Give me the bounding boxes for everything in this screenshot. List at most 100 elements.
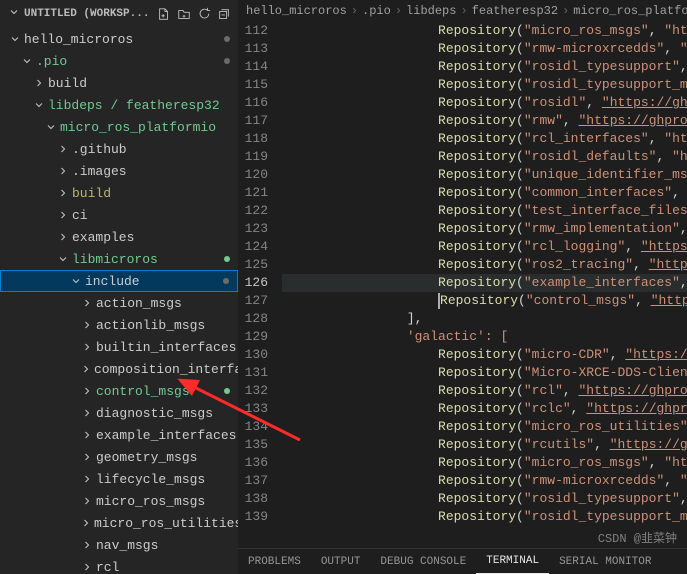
tree-item--images[interactable]: .images bbox=[0, 160, 238, 182]
tree-item-geometry-msgs[interactable]: geometry_msgs bbox=[0, 446, 238, 468]
collapse-all-icon[interactable] bbox=[214, 4, 234, 24]
tree-item-control-msgs[interactable]: control_msgs bbox=[0, 380, 238, 402]
modified-dot-icon bbox=[224, 388, 230, 394]
tree-label: action_msgs bbox=[94, 296, 182, 311]
panel-tab-terminal[interactable]: TERMINAL bbox=[476, 549, 549, 574]
code-line[interactable]: Repository("test_interface_files", " bbox=[282, 202, 687, 220]
tree-item-libmicroros[interactable]: libmicroros bbox=[0, 248, 238, 270]
tree-item-composition-interfaces[interactable]: composition_interfaces bbox=[0, 358, 238, 380]
code-line[interactable]: Repository("micro_ros_msgs", "http bbox=[282, 454, 687, 472]
panel-tab-problems[interactable]: PROBLEMS bbox=[238, 549, 311, 574]
code-line[interactable]: Repository("rcl_logging", "https:/ bbox=[282, 238, 687, 256]
chevron-right-icon bbox=[80, 319, 94, 331]
breadcrumb-item[interactable]: featheresp32 bbox=[472, 4, 558, 18]
tree-item-diagnostic-msgs[interactable]: diagnostic_msgs bbox=[0, 402, 238, 424]
code-line[interactable]: Repository("example_interfaces", " bbox=[282, 274, 687, 292]
code-line[interactable]: Repository("rosidl_typesupport", "h bbox=[282, 490, 687, 508]
code-line[interactable]: Repository("micro_ros_utilities", " bbox=[282, 418, 687, 436]
tree-label: actionlib_msgs bbox=[94, 318, 205, 333]
tree-label: build bbox=[46, 76, 87, 91]
code-line[interactable]: Repository("rosidl_typesupport_mic" bbox=[282, 76, 687, 94]
modified-dot-icon bbox=[224, 256, 230, 262]
chevron-right-icon bbox=[80, 561, 94, 573]
tree-label: control_msgs bbox=[94, 384, 190, 399]
chevron-right-icon bbox=[80, 539, 94, 551]
code-line[interactable]: Repository("rmw-microxrcedds", "http bbox=[282, 40, 687, 58]
tree-item-micro-ros-utilities[interactable]: micro_ros_utilities bbox=[0, 512, 238, 534]
code-line[interactable]: 'galactic': [ bbox=[282, 328, 687, 346]
breadcrumb[interactable]: hello_microros›.pio›libdeps›featheresp32… bbox=[238, 0, 687, 22]
code-line[interactable]: Repository("rosidl_defaults", "htt bbox=[282, 148, 687, 166]
tree-item-action-msgs[interactable]: action_msgs bbox=[0, 292, 238, 314]
workspace-title: UNTITLED (WORKSP... bbox=[24, 8, 154, 20]
chevron-right-icon bbox=[56, 143, 70, 155]
panel-tab-output[interactable]: OUTPUT bbox=[311, 549, 371, 574]
code-line[interactable]: Repository("rcl_interfaces", "http bbox=[282, 130, 687, 148]
explorer-header[interactable]: UNTITLED (WORKSP... bbox=[0, 0, 238, 28]
chevron-right-icon bbox=[80, 429, 94, 441]
explorer-sidebar: UNTITLED (WORKSP... hello_microros.pio bu… bbox=[0, 0, 238, 574]
code-line[interactable]: Repository("rcutils", "https://ghp bbox=[282, 436, 687, 454]
chevron-right-icon bbox=[56, 187, 70, 199]
chevron-right-icon bbox=[80, 297, 94, 309]
tree-item-builtin-interfaces[interactable]: builtin_interfaces bbox=[0, 336, 238, 358]
tree-item-example-interfaces[interactable]: example_interfaces bbox=[0, 424, 238, 446]
chevron-right-icon bbox=[80, 473, 94, 485]
tree-item--pio[interactable]: .pio bbox=[0, 50, 238, 72]
code-line[interactable]: Repository("Micro-XRCE-DDS-Client", " bbox=[282, 364, 687, 382]
file-tree[interactable]: hello_microros.pio build libdeps / feather… bbox=[0, 28, 238, 574]
tree-item-ci[interactable]: ci bbox=[0, 204, 238, 226]
tree-item-examples[interactable]: examples bbox=[0, 226, 238, 248]
tree-label: libmicroros bbox=[70, 252, 158, 267]
code-line[interactable]: ], bbox=[282, 310, 687, 328]
tree-label: rcl bbox=[94, 560, 119, 574]
tree-item--github[interactable]: .github bbox=[0, 138, 238, 160]
tree-item-build[interactable]: build bbox=[0, 72, 238, 94]
code-line[interactable]: Repository("common_interfaces", "h bbox=[282, 184, 687, 202]
new-file-icon[interactable] bbox=[154, 4, 174, 24]
tree-item-libdeps-featheresp32[interactable]: libdeps / featheresp32 bbox=[0, 94, 238, 116]
code-line[interactable]: Repository("control_msgs", "https: bbox=[282, 292, 687, 310]
tree-item-rcl[interactable]: rcl bbox=[0, 556, 238, 574]
tree-item-micro-ros-msgs[interactable]: micro_ros_msgs bbox=[0, 490, 238, 512]
panel-tab-debug-console[interactable]: DEBUG CONSOLE bbox=[370, 549, 476, 574]
tree-item-micro-ros-platformio[interactable]: micro_ros_platformio bbox=[0, 116, 238, 138]
code-line[interactable]: Repository("rclc", "https://ghprox bbox=[282, 400, 687, 418]
code-line[interactable]: Repository("rosidl_typesupport", "h bbox=[282, 58, 687, 76]
code-line[interactable]: Repository("rmw_implementation", " bbox=[282, 220, 687, 238]
code-line[interactable]: Repository("rmw-microxrcedds", "http bbox=[282, 472, 687, 490]
tree-item-lifecycle-msgs[interactable]: lifecycle_msgs bbox=[0, 468, 238, 490]
code-line[interactable]: Repository("rcl", "https://ghproxy bbox=[282, 382, 687, 400]
panel-tab-serial-monitor[interactable]: SERIAL MONITOR bbox=[549, 549, 661, 574]
code-line[interactable]: Repository("micro_ros_msgs", "http bbox=[282, 22, 687, 40]
code-line[interactable]: Repository("ros2_tracing", "https: bbox=[282, 256, 687, 274]
breadcrumb-separator: › bbox=[395, 4, 402, 18]
tree-item-include[interactable]: include bbox=[0, 270, 238, 292]
tree-item-hello-microros[interactable]: hello_microros bbox=[0, 28, 238, 50]
tree-label: geometry_msgs bbox=[94, 450, 197, 465]
new-folder-icon[interactable] bbox=[174, 4, 194, 24]
code-line[interactable]: Repository("rosidl", "https://ghpr bbox=[282, 94, 687, 112]
breadcrumb-item[interactable]: hello_microros bbox=[246, 4, 347, 18]
code-line[interactable]: Repository("micro-CDR", "https://g bbox=[282, 346, 687, 364]
tree-item-nav-msgs[interactable]: nav_msgs bbox=[0, 534, 238, 556]
chevron-right-icon bbox=[80, 341, 94, 353]
modified-dot-icon bbox=[224, 36, 230, 42]
breadcrumb-item[interactable]: .pio bbox=[362, 4, 391, 18]
code-line[interactable]: Repository("unique_identifier_msgs" bbox=[282, 166, 687, 184]
breadcrumb-separator: › bbox=[562, 4, 569, 18]
breadcrumb-item[interactable]: micro_ros_platformio bbox=[573, 4, 687, 18]
refresh-icon[interactable] bbox=[194, 4, 214, 24]
tree-item-build[interactable]: build bbox=[0, 182, 238, 204]
breadcrumb-item[interactable]: libdeps bbox=[406, 4, 456, 18]
code-line[interactable]: Repository("rosidl_typesupport_mic" bbox=[282, 508, 687, 526]
code-line[interactable]: Repository("rmw", "https://ghproxy bbox=[282, 112, 687, 130]
tree-label: .images bbox=[70, 164, 127, 179]
line-gutter: 1121131141151161171181191201211221231241… bbox=[238, 22, 282, 548]
tree-item-actionlib-msgs[interactable]: actionlib_msgs bbox=[0, 314, 238, 336]
chevron-right-icon bbox=[80, 517, 92, 529]
code-editor[interactable]: 1121131141151161171181191201211221231241… bbox=[238, 22, 687, 548]
modified-dot-icon bbox=[224, 58, 230, 64]
tree-label: builtin_interfaces bbox=[94, 340, 236, 355]
code-content[interactable]: Repository("micro_ros_msgs", "http Repos… bbox=[282, 22, 687, 548]
